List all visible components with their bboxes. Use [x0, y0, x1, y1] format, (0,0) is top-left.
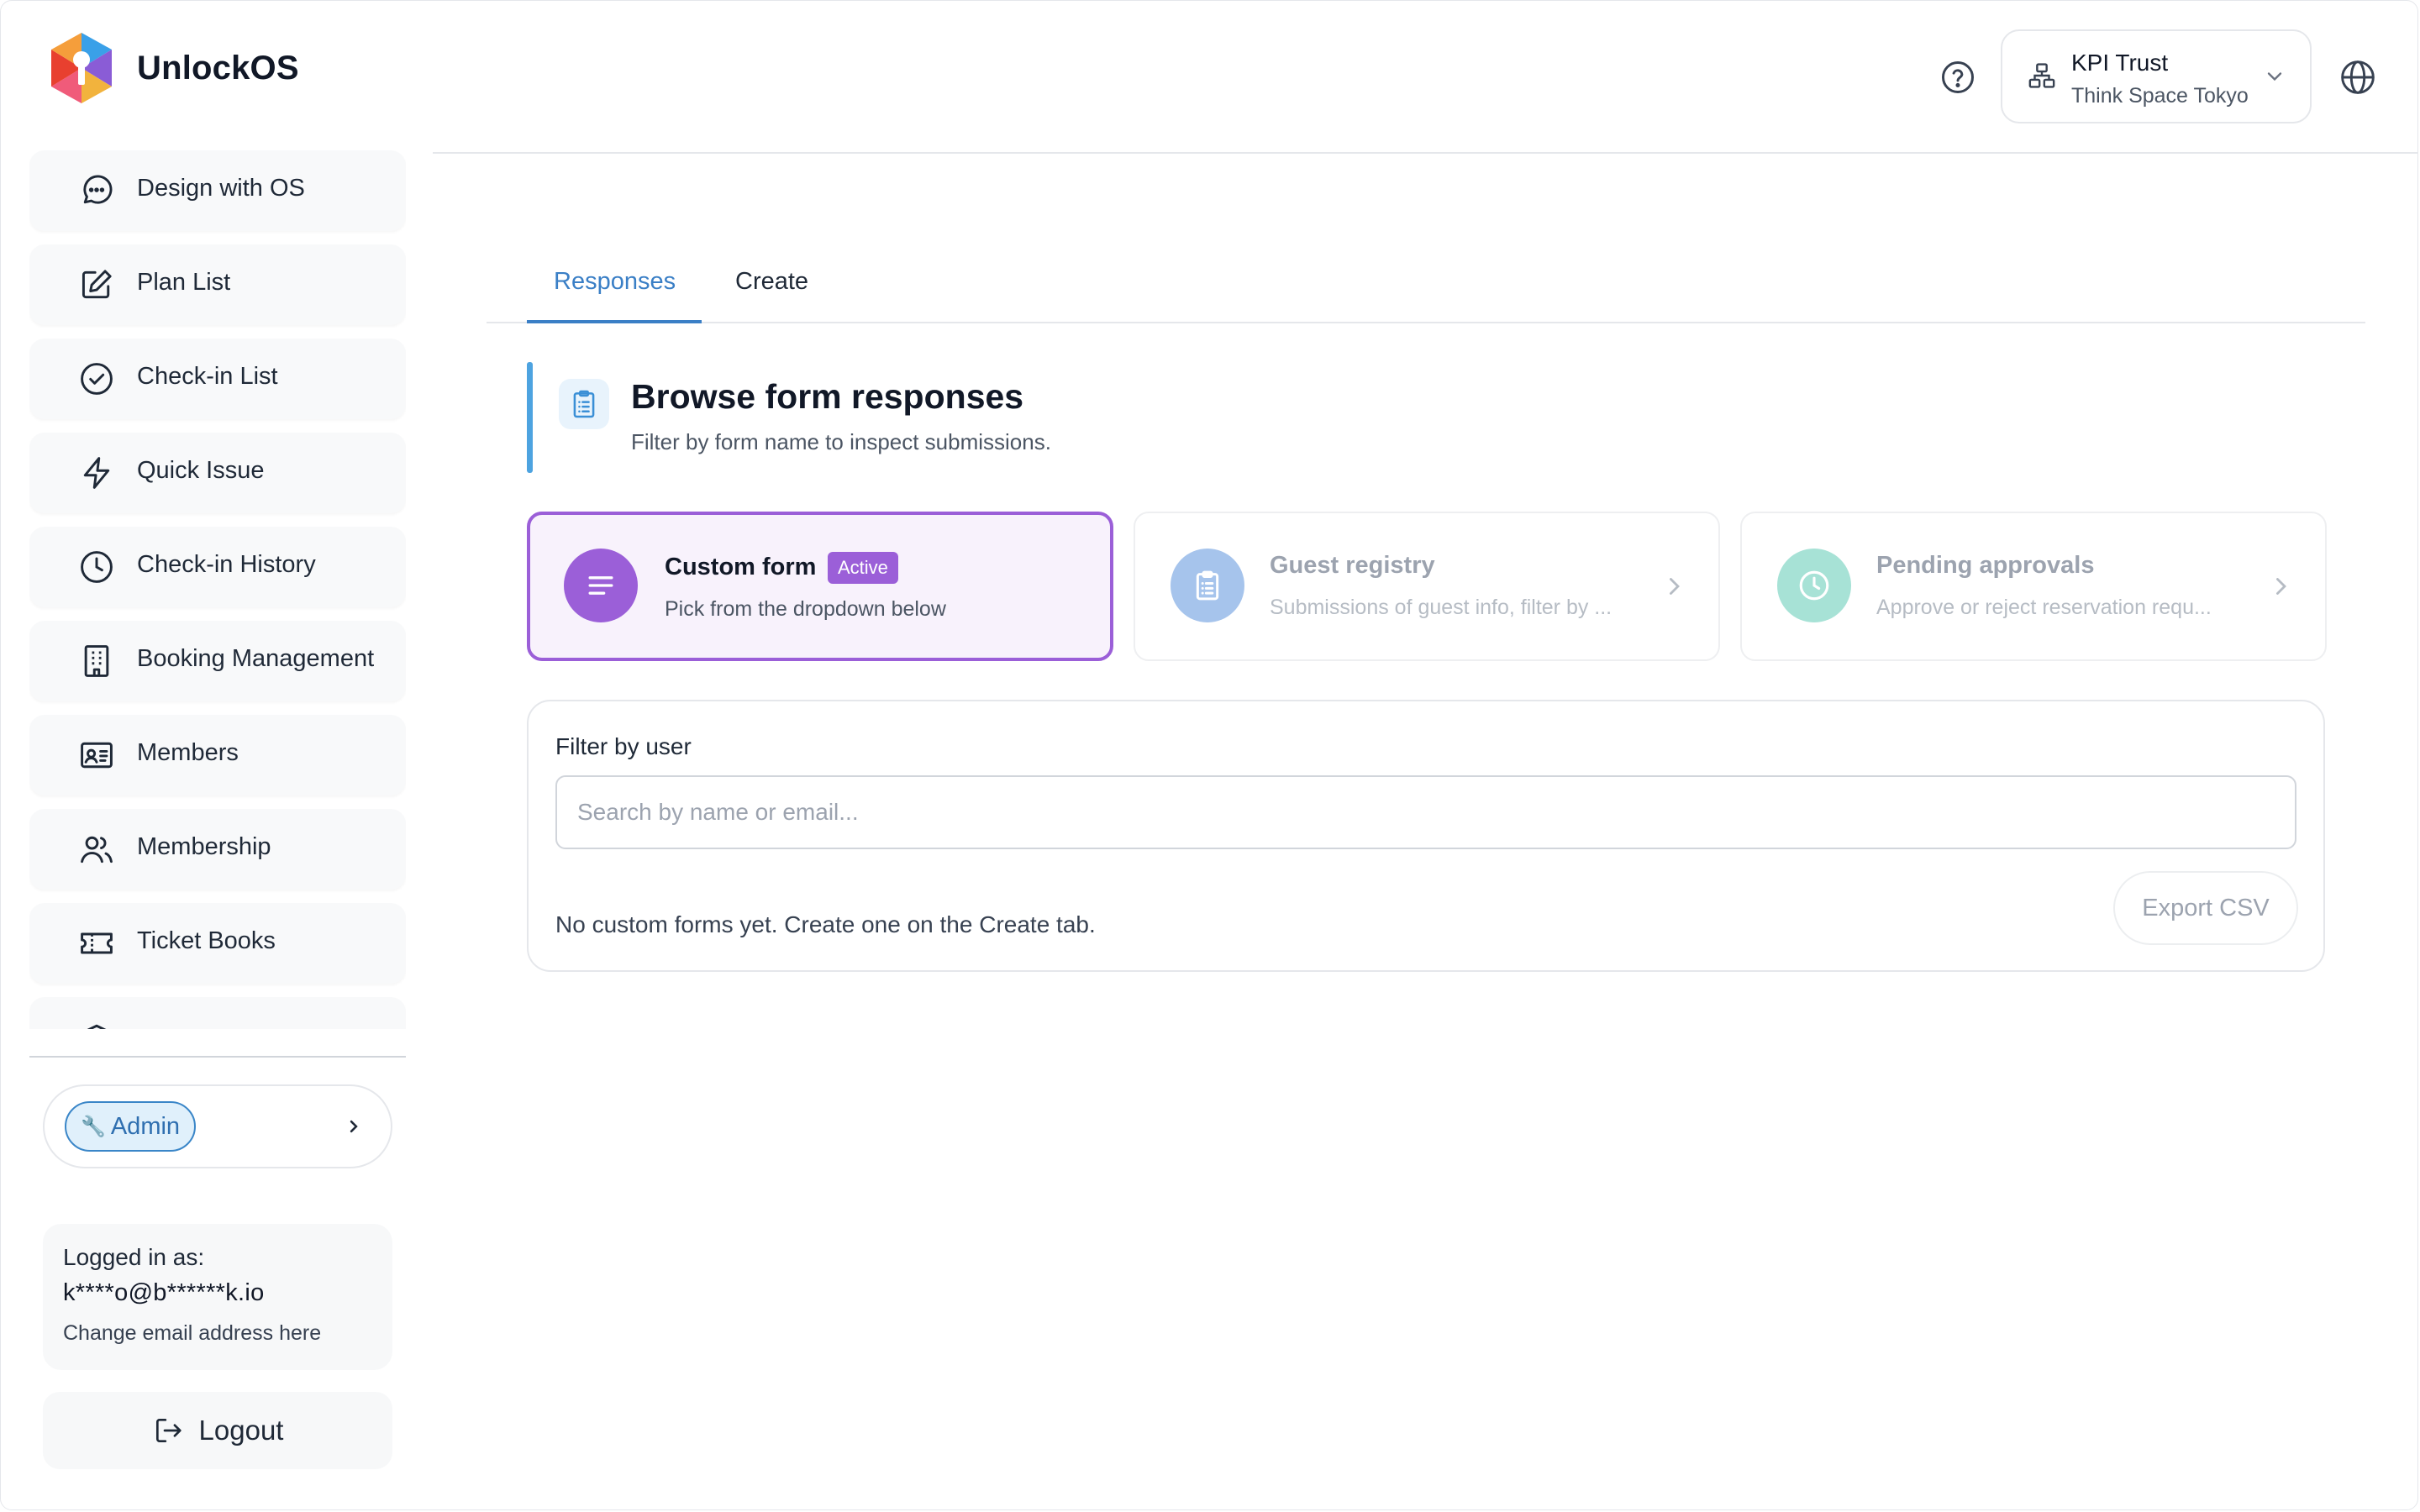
sitemap-icon	[2028, 63, 2055, 88]
chevron-right-icon	[1670, 578, 1680, 595]
sidebar-item-label: Plan List	[137, 269, 231, 296]
form-card-title: Custom form	[665, 554, 817, 580]
help-button[interactable]	[1939, 58, 1977, 97]
sidebar-item-quick-issue[interactable]: Quick Issue	[29, 433, 406, 513]
user-search-input[interactable]	[555, 775, 2296, 849]
globe-icon	[2341, 60, 2375, 94]
sidebar-item-label: Ticket Books	[137, 927, 276, 954]
sidebar-item-label: Membership	[137, 833, 271, 860]
sidebar-item-ticket-books[interactable]: Ticket Books	[29, 903, 406, 984]
admin-badge: 🔧 Admin	[65, 1101, 196, 1152]
form-card-icon-circle	[1171, 549, 1244, 622]
chat-bubble-icon	[83, 175, 113, 204]
building-icon	[84, 645, 109, 677]
role-switcher[interactable]: 🔧 Admin	[43, 1084, 392, 1168]
change-email-link[interactable]: Change email address here	[63, 1321, 321, 1346]
sidebar-item-label: Quick Issue	[137, 457, 265, 484]
filter-label: Filter by user	[555, 733, 692, 759]
form-card-guest-registry[interactable]: Guest registry Submissions of guest info…	[1134, 512, 1720, 661]
language-button[interactable]	[2337, 56, 2379, 98]
form-card-title: Guest registry	[1270, 552, 1435, 579]
lightning-icon	[83, 457, 110, 489]
sidebar-item-label: Members	[137, 739, 239, 766]
check-circle-icon	[81, 363, 113, 395]
cap-icon	[87, 1024, 107, 1029]
logged-in-label: Logged in as:	[63, 1244, 205, 1270]
sidebar-item-label: Design with OS	[137, 175, 305, 202]
form-card-icon-circle	[1777, 549, 1851, 622]
sidebar-item-check-in-history[interactable]: Check-in History	[29, 527, 406, 607]
section-icon-box	[559, 379, 609, 429]
clipboard-icon	[573, 390, 595, 418]
id-card-icon	[81, 742, 113, 769]
sidebar-item-partial[interactable]	[29, 997, 406, 1029]
form-card-subtitle: Submissions of guest info, filter by ...	[1270, 596, 1612, 619]
page-title: Browse form responses	[631, 377, 1024, 416]
sidebar-item-design-with-os[interactable]: Design with OS	[29, 150, 406, 231]
tab-responses[interactable]: Responses	[554, 268, 676, 296]
section-accent-bar	[527, 362, 533, 473]
role-label: Admin	[110, 1112, 181, 1140]
app-window: UnlockOS KPI Trust Think Space Tokyo Des…	[0, 0, 2418, 1510]
active-badge: Active	[828, 552, 898, 584]
tab-bar: Responses Create	[487, 244, 2365, 323]
clipboard-icon	[1196, 570, 1219, 601]
sidebar-divider	[29, 1056, 406, 1058]
sidebar-item-label: Booking Management	[137, 645, 375, 672]
logged-in-email: k****o@b******k.io	[63, 1279, 265, 1306]
unlockos-logo	[51, 33, 112, 103]
section-header: Browse form responses Filter by form nam…	[527, 362, 1283, 473]
org-location: Think Space Tokyo	[2071, 84, 2249, 108]
chevron-right-icon	[2276, 578, 2286, 595]
filter-panel: Filter by user No custom forms yet. Crea…	[527, 700, 2325, 972]
sidebar-item-booking-management[interactable]: Booking Management	[29, 621, 406, 701]
chevron-right-icon	[350, 1120, 358, 1133]
wrench-icon: 🔧	[80, 1115, 106, 1138]
sidebar-nav[interactable]: Design with OS Plan List Check-in List Q…	[29, 150, 406, 1029]
app-name: UnlockOS	[137, 49, 299, 87]
logout-icon	[155, 1418, 182, 1443]
brand[interactable]: UnlockOS	[48, 31, 299, 105]
sidebar-item-label: Check-in List	[137, 363, 278, 390]
sidebar-item-check-in-list[interactable]: Check-in List	[29, 339, 406, 419]
help-icon	[1942, 61, 1974, 93]
users-icon	[81, 836, 113, 864]
organization-switcher[interactable]: KPI Trust Think Space Tokyo	[2001, 29, 2312, 123]
active-tab-indicator	[527, 320, 702, 323]
list-lines-icon	[588, 576, 613, 595]
form-card-subtitle: Pick from the dropdown below	[665, 597, 946, 621]
form-card-subtitle: Approve or reject reservation requ...	[1876, 596, 2212, 619]
org-name: KPI Trust	[2071, 50, 2169, 76]
sidebar-item-membership[interactable]: Membership	[29, 809, 406, 890]
export-csv-button[interactable]: Export CSV	[2113, 871, 2298, 945]
logout-label: Logout	[198, 1415, 284, 1446]
form-card-pending-approvals[interactable]: Pending approvals Approve or reject rese…	[1740, 512, 2327, 661]
header-divider	[433, 152, 2417, 154]
page-subtitle: Filter by form name to inspect submissio…	[631, 429, 1051, 454]
form-card-custom-form[interactable]: Custom form Active Pick from the dropdow…	[527, 512, 1113, 661]
empty-state-message: No custom forms yet. Create one on the C…	[555, 911, 1096, 937]
chevron-down-icon	[2267, 72, 2282, 81]
logout-button[interactable]: Logout	[43, 1392, 392, 1469]
ticket-icon	[81, 932, 113, 954]
clock-icon	[81, 551, 113, 583]
tab-create[interactable]: Create	[735, 268, 808, 296]
sidebar-item-plan-list[interactable]: Plan List	[29, 244, 406, 325]
form-card-title: Pending approvals	[1876, 552, 2095, 579]
sidebar-item-label: Check-in History	[137, 551, 316, 578]
edit-icon	[82, 270, 112, 299]
form-card-icon-circle	[564, 549, 638, 622]
sidebar-item-members[interactable]: Members	[29, 715, 406, 795]
clock-icon	[1799, 570, 1829, 601]
login-info: Logged in as: k****o@b******k.io Change …	[43, 1224, 392, 1370]
